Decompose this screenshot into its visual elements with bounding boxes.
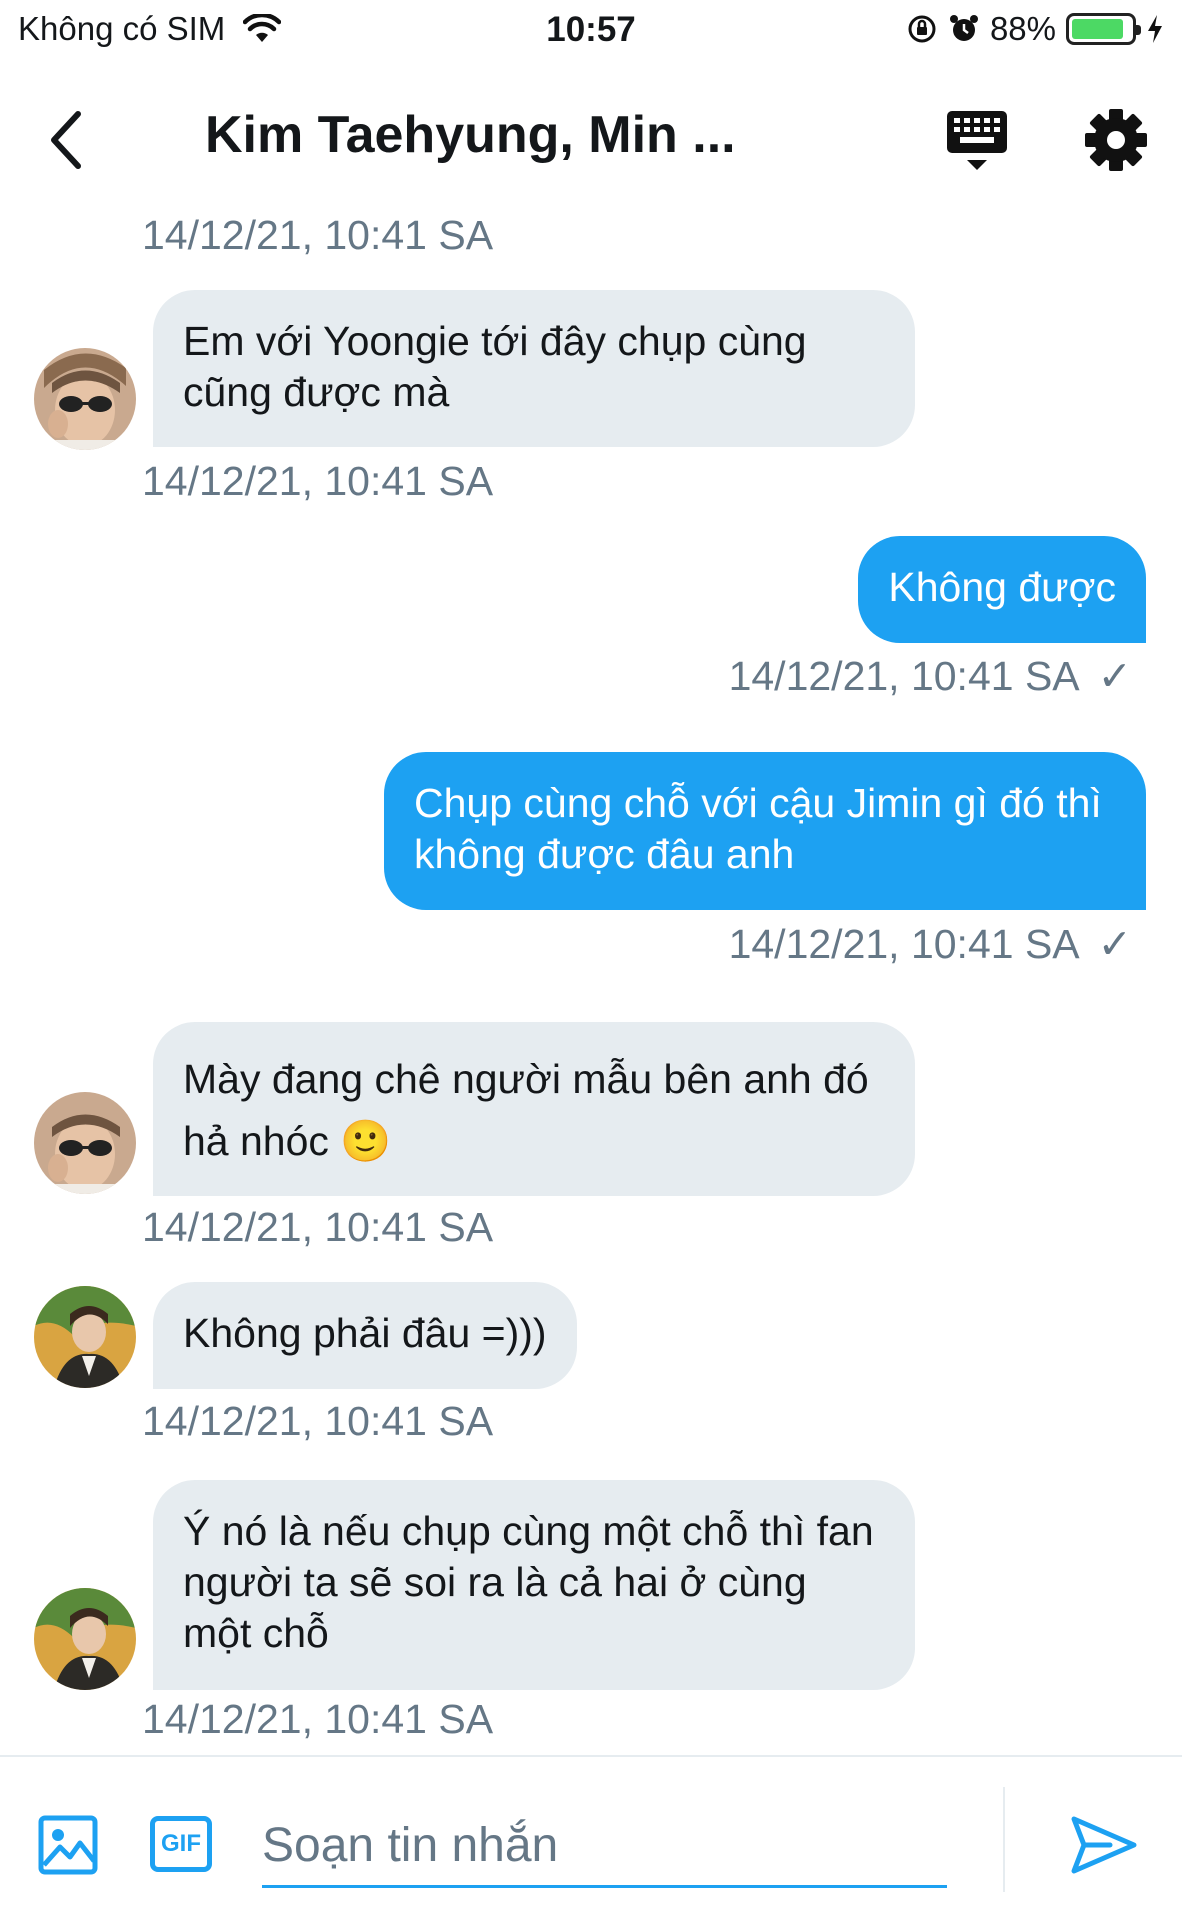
keyboard-icon [947,111,1007,170]
composer-divider [1003,1787,1005,1892]
avatar[interactable] [34,1286,136,1388]
message-timestamp-row: 14/12/21, 10:41 SA ✓ [729,652,1132,700]
message-bubble-incoming[interactable]: Không phải đâu =))) [153,1282,577,1389]
message-timestamp: 14/12/21, 10:41 SA [142,1398,494,1444]
send-button[interactable] [1070,1813,1138,1877]
battery-icon [1066,13,1141,45]
sender-avatar-2 [34,1286,136,1388]
delivered-check-icon: ✓ [1097,921,1132,967]
back-button[interactable] [36,100,96,180]
back-chevron-icon [51,111,81,169]
add-image-button[interactable] [38,1815,98,1875]
status-right: 88% [906,10,1164,48]
rotation-lock-icon [908,15,936,43]
message-bubble-incoming[interactable]: Ý nó là nếu chụp cùng một chỗ thì fan ng… [153,1480,915,1690]
gear-icon [1085,109,1147,171]
conversation-title[interactable]: Kim Taehyung, Min ... [205,105,736,165]
settings-button[interactable] [1080,104,1152,176]
send-icon [1071,1816,1137,1874]
battery-percent: 88% [989,10,1056,47]
message-timestamp: 14/12/21, 10:41 SA [142,1204,494,1250]
message-bubble-incoming[interactable]: Mày đang chê người mẫu bên anh đó hả nhó… [153,1022,915,1196]
delivered-check-icon: ✓ [1097,653,1132,699]
image-icon [38,1815,98,1875]
charging-icon [1148,15,1162,43]
message-list[interactable]: 14/12/21, 10:41 SA Em với Yoongie tới đâ… [0,212,1182,1750]
status-bar: Không có SIM 10:57 88% [0,0,1182,60]
keyboard-button[interactable] [942,106,1012,176]
compose-message-input[interactable] [262,1802,947,1888]
avatar[interactable] [34,348,136,450]
message-composer: GIF [0,1755,1182,1920]
gif-icon: GIF [161,1830,201,1857]
alarm-icon [949,15,978,41]
message-timestamp: 14/12/21, 10:41 SA [142,1696,494,1742]
avatar[interactable] [34,1588,136,1690]
message-timestamp: 14/12/21, 10:41 SA [142,458,494,504]
message-timestamp: 14/12/21, 10:41 SA [728,920,1080,967]
message-bubble-incoming[interactable]: Em với Yoongie tới đây chụp cùng cũng đư… [153,290,915,447]
message-bubble-outgoing[interactable]: Chụp cùng chỗ với cậu Jimin gì đó thì kh… [384,752,1146,910]
conversation-header: Kim Taehyung, Min ... [0,60,1182,220]
message-timestamp: 14/12/21, 10:41 SA [728,652,1080,699]
sender-avatar-2 [34,1588,136,1690]
message-timestamp-row: 14/12/21, 10:41 SA ✓ [729,920,1132,968]
message-bubble-outgoing[interactable]: Không được [858,536,1146,643]
avatar[interactable] [34,1092,136,1194]
sender-avatar-1 [34,1092,136,1194]
message-timestamp: 14/12/21, 10:41 SA [142,212,494,258]
battery-level-fill [1072,19,1124,39]
gif-button[interactable]: GIF [150,1816,212,1872]
sender-avatar-1 [34,348,136,450]
